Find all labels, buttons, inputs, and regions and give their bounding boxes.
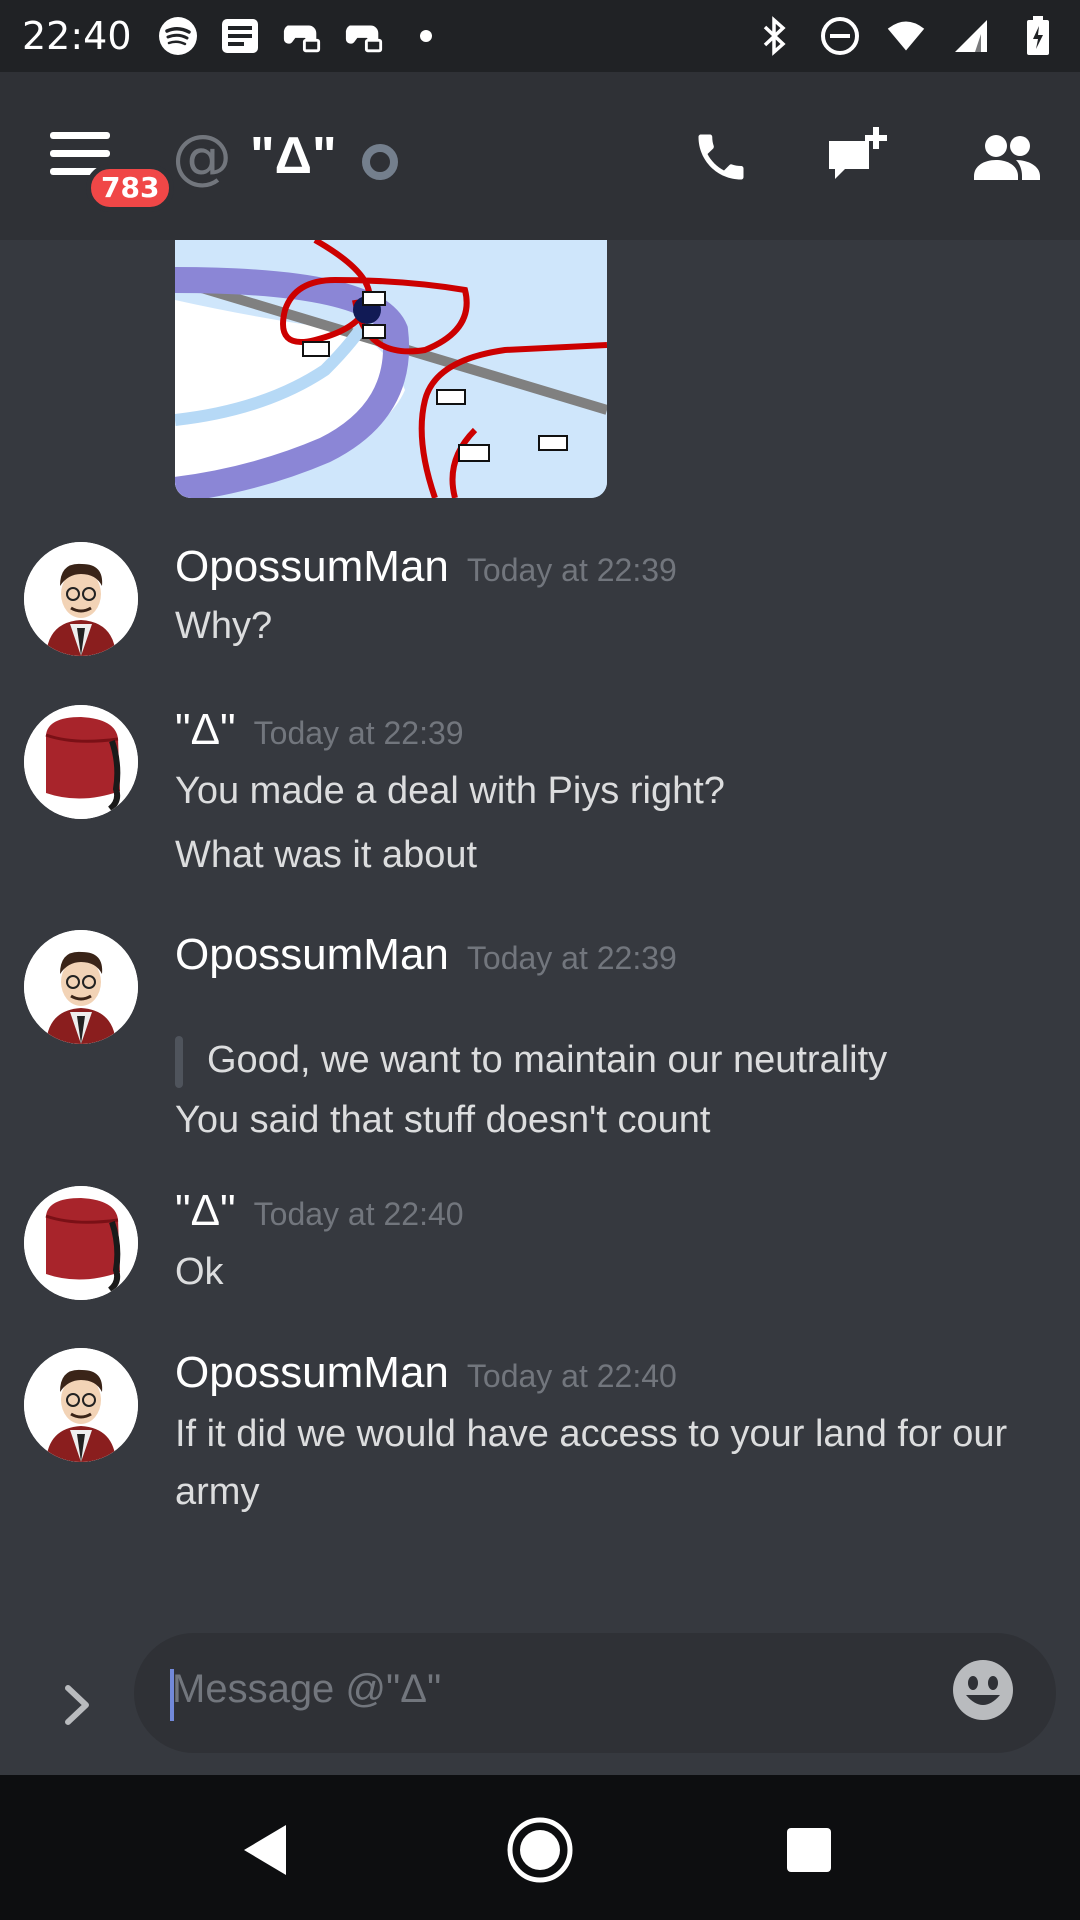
message-text: If it did we would have access to your l… — [175, 1413, 1008, 1455]
members-button[interactable] — [972, 122, 1042, 192]
author-name[interactable]: OpossumMan — [175, 542, 449, 591]
composer: Message @"Δ" — [0, 1630, 1080, 1775]
map-image — [175, 240, 607, 498]
news-icon — [220, 16, 260, 56]
spotify-icon — [158, 16, 198, 56]
opossum-avatar — [24, 542, 138, 656]
message-text: Why? — [175, 605, 273, 647]
status-indicator — [362, 144, 398, 180]
message-text: Ok — [175, 1251, 224, 1293]
message-header: "Δ" Today at 22:40 — [175, 1186, 464, 1236]
avatar[interactable] — [24, 705, 138, 819]
wifi-icon — [886, 16, 926, 56]
back-button[interactable] — [230, 1815, 300, 1885]
home-icon — [507, 1817, 573, 1883]
android-nav-bar — [0, 1775, 1080, 1920]
message-placeholder: Message @"Δ" — [172, 1667, 442, 1711]
message-header: "Δ" Today at 22:39 — [175, 705, 464, 755]
new-group-dm-button[interactable] — [824, 122, 894, 192]
avatar[interactable] — [24, 542, 138, 656]
timestamp: Today at 22:39 — [253, 715, 464, 751]
status-bar: 22:40 — [0, 0, 1080, 72]
avatar[interactable] — [24, 930, 138, 1044]
battery-icon — [1018, 16, 1058, 56]
opossum-avatar — [24, 1348, 138, 1462]
message-list[interactable]: OpossumMan Today at 22:39 Why? "Δ" Today a… — [0, 240, 1080, 1630]
message-header: OpossumMan Today at 22:39 — [175, 542, 677, 592]
avatar[interactable] — [24, 1186, 138, 1300]
home-button[interactable] — [505, 1815, 575, 1885]
opossum-avatar — [24, 930, 138, 1044]
recents-icon — [787, 1828, 831, 1872]
image-attachment[interactable] — [175, 240, 607, 498]
bluetooth-icon — [754, 16, 794, 56]
at-icon: @ — [172, 122, 232, 192]
back-icon — [244, 1825, 286, 1875]
channel-title: "Δ" — [250, 127, 337, 185]
signal-icon — [952, 16, 992, 56]
message-text: You said that stuff doesn't count — [175, 1099, 711, 1141]
do-not-disturb-icon — [820, 16, 860, 56]
author-name[interactable]: OpossumMan — [175, 1348, 449, 1397]
expand-button[interactable] — [58, 1680, 98, 1730]
members-icon — [974, 135, 1040, 180]
avatar[interactable] — [24, 1348, 138, 1462]
game-controller-icon — [344, 16, 384, 56]
status-time: 22:40 — [22, 14, 132, 58]
quote-text: Good, we want to maintain our neutrality — [207, 1039, 888, 1081]
message-text: army — [175, 1471, 260, 1513]
message-header: OpossumMan Today at 22:40 — [175, 1348, 677, 1398]
chevron-right-icon — [65, 1685, 89, 1725]
new-message-icon — [829, 127, 887, 179]
message-header: OpossumMan Today at 22:39 — [175, 930, 677, 980]
author-name[interactable]: "Δ" — [175, 705, 236, 754]
emoji-button[interactable] — [952, 1659, 1014, 1721]
menu-line — [50, 132, 110, 139]
timestamp: Today at 22:40 — [466, 1358, 677, 1394]
author-name[interactable]: OpossumMan — [175, 930, 449, 979]
dot-icon — [406, 16, 446, 56]
notification-badge: 783 — [86, 164, 175, 212]
game-controller-icon — [282, 16, 322, 56]
message-text: What was it about — [175, 834, 478, 876]
call-button[interactable] — [686, 122, 756, 192]
fez-avatar — [24, 705, 138, 819]
message-text: You made a deal with Piys right? — [175, 770, 725, 812]
timestamp: Today at 22:40 — [253, 1196, 464, 1232]
menu-line — [50, 150, 110, 157]
quote-bar — [175, 1036, 183, 1088]
timestamp: Today at 22:39 — [466, 940, 677, 976]
call-icon — [698, 134, 744, 180]
channel-header: 783 @ "Δ" — [0, 72, 1080, 240]
message-input[interactable]: Message @"Δ" — [134, 1633, 1056, 1753]
author-name[interactable]: "Δ" — [175, 1186, 236, 1235]
smiley-icon — [953, 1660, 1013, 1720]
timestamp: Today at 22:39 — [466, 552, 677, 588]
recents-button[interactable] — [774, 1815, 844, 1885]
fez-avatar — [24, 1186, 138, 1300]
